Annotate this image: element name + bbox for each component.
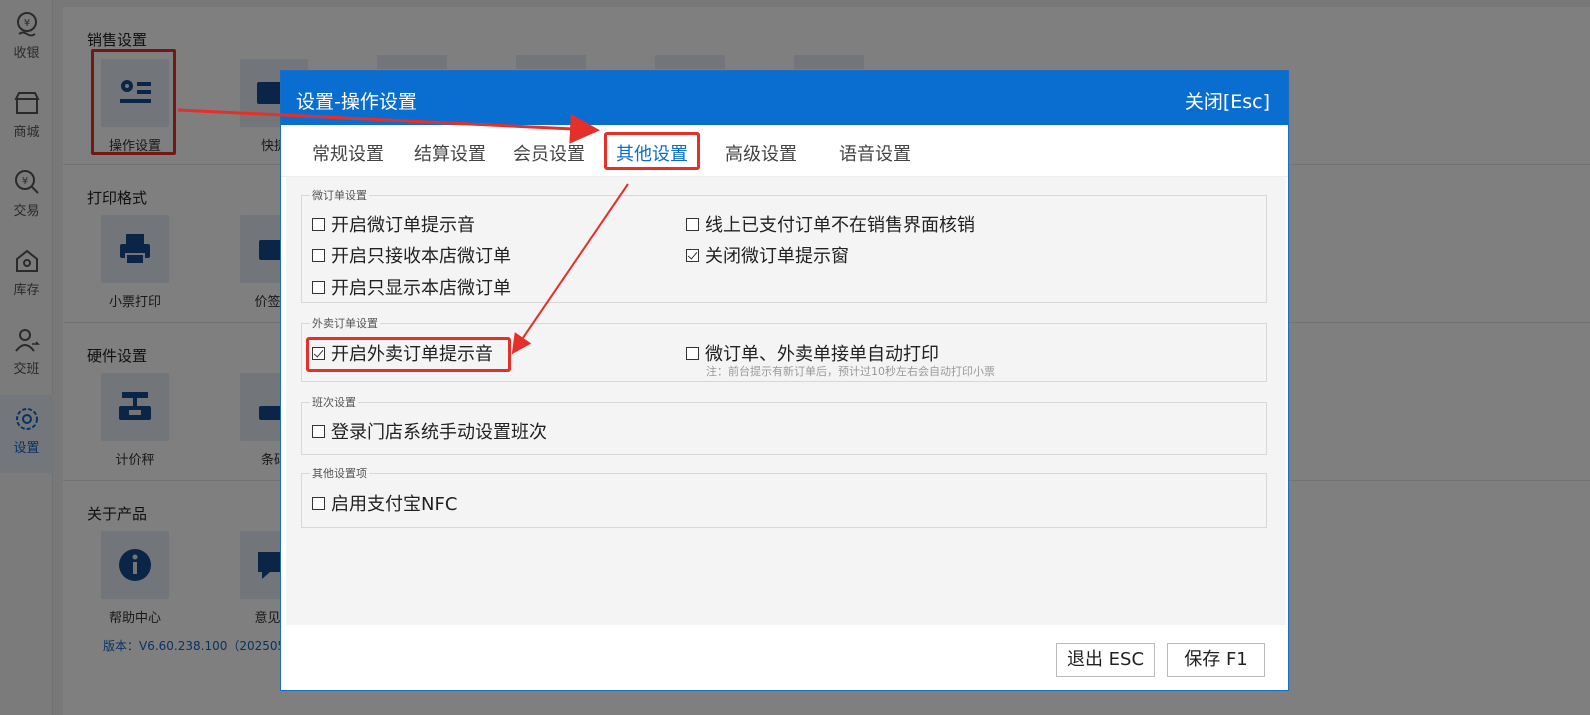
checkbox[interactable] [312,281,325,294]
tab-bar: 常规设置 结算设置 会员设置 其他设置 高级设置 语音设置 [281,125,1288,177]
dialog-title: 设置-操作设置 [296,91,417,113]
tab-general[interactable]: 常规设置 [312,140,384,166]
tab-voice[interactable]: 语音设置 [839,140,911,166]
option-show-own-store-only[interactable]: 开启只显示本店微订单 [312,274,511,300]
highlight-takeout-sound [306,337,511,372]
settings-body: 微订单设置 开启微订单提示音 线上已支付订单不在销售界面核销 开启只接收本店微订… [286,177,1286,625]
checkbox[interactable] [312,497,325,510]
close-button[interactable]: 关闭[Esc] [1185,87,1270,114]
exit-button[interactable]: 退出 ESC [1056,643,1155,677]
option-alipay-nfc[interactable]: 启用支付宝NFC [312,490,457,516]
checkbox[interactable] [312,218,325,231]
tab-member[interactable]: 会员设置 [513,140,585,166]
option-online-paid-no-verify[interactable]: 线上已支付订单不在销售界面核销 [686,211,975,237]
option-label: 关闭微订单提示窗 [705,246,849,267]
option-label: 线上已支付订单不在销售界面核销 [705,215,975,236]
dialog-header: 设置-操作设置 关闭[Esc] [281,71,1288,125]
group-other-items: 其他设置项 启用支付宝NFC [301,465,1267,528]
tab-advanced[interactable]: 高级设置 [725,140,797,166]
group-label: 班次设置 [310,394,358,410]
option-label: 启用支付宝NFC [331,494,458,515]
save-button[interactable]: 保存 F1 [1167,643,1265,677]
settings-dialog: 设置-操作设置 关闭[Esc] 常规设置 结算设置 会员设置 其他设置 高级设置… [280,70,1289,691]
checkbox[interactable] [686,218,699,231]
option-manual-shift[interactable]: 登录门店系统手动设置班次 [312,418,547,444]
option-label: 开启只接收本店微订单 [331,246,511,267]
option-close-micro-order-popup[interactable]: 关闭微订单提示窗 [686,242,849,268]
group-shift: 班次设置 登录门店系统手动设置班次 [301,394,1267,455]
checkbox-checked[interactable] [686,249,699,262]
group-label: 外卖订单设置 [310,315,380,331]
group-label: 微订单设置 [310,187,369,203]
auto-print-note: 注：前台提示有新订单后，预计过10秒左右会自动打印小票 [706,365,995,378]
group-label: 其他设置项 [310,465,369,481]
option-label: 微订单、外卖单接单自动打印 [705,344,939,365]
option-label: 登录门店系统手动设置班次 [331,422,547,443]
option-label: 开启只显示本店微订单 [331,278,511,299]
tab-checkout[interactable]: 结算设置 [414,140,486,166]
checkbox[interactable] [312,425,325,438]
highlight-tab-other [604,132,700,170]
checkbox[interactable] [686,347,699,360]
checkbox[interactable] [312,249,325,262]
option-receive-own-store-only[interactable]: 开启只接收本店微订单 [312,242,511,268]
option-micro-order-sound[interactable]: 开启微订单提示音 [312,211,475,237]
group-micro-order: 微订单设置 开启微订单提示音 线上已支付订单不在销售界面核销 开启只接收本店微订… [301,187,1267,303]
option-label: 开启微订单提示音 [331,215,475,236]
